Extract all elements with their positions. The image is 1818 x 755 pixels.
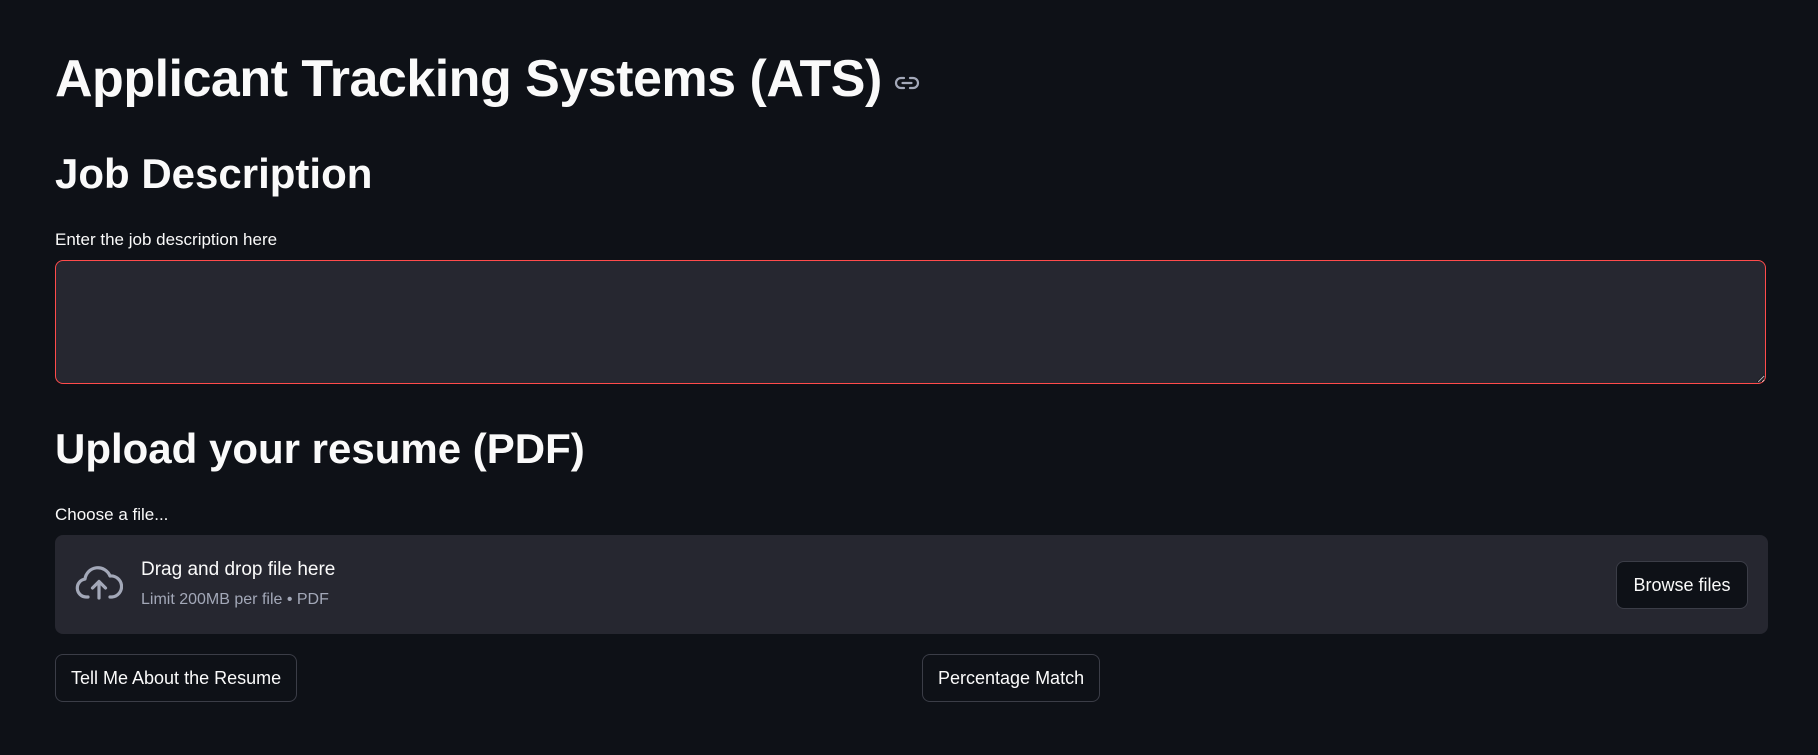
title-row: Applicant Tracking Systems (ATS) bbox=[55, 44, 920, 114]
file-dropzone[interactable]: Drag and drop file here Limit 200MB per … bbox=[55, 535, 1768, 634]
percentage-match-button[interactable]: Percentage Match bbox=[922, 654, 1101, 702]
page-title: Applicant Tracking Systems (ATS) bbox=[55, 50, 882, 108]
dropzone-title: Drag and drop file here bbox=[141, 559, 336, 580]
file-uploader-label: Choose a file... bbox=[55, 505, 169, 524]
cloud-upload-icon bbox=[75, 566, 124, 602]
job-description-input[interactable] bbox=[55, 260, 1766, 384]
dropzone-text: Drag and drop file here Limit 200MB per … bbox=[141, 559, 335, 609]
upload-heading: Upload your resume (PDF) bbox=[55, 425, 585, 472]
dropzone-limit: Limit 200MB per file • PDF bbox=[141, 591, 329, 608]
browse-files-button[interactable]: Browse files bbox=[1616, 561, 1748, 609]
link-icon[interactable] bbox=[894, 74, 920, 92]
tell-me-about-resume-button[interactable]: Tell Me About the Resume bbox=[55, 654, 298, 702]
job-description-label: Enter the job description here bbox=[55, 230, 278, 249]
job-description-heading: Job Description bbox=[55, 150, 373, 197]
